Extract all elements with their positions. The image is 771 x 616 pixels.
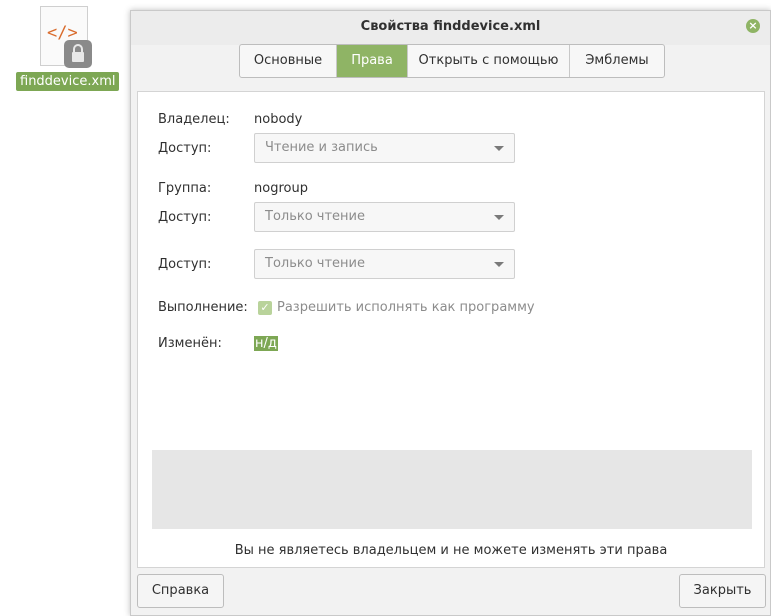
owner-access-label: Доступ: bbox=[158, 141, 212, 156]
info-area bbox=[152, 450, 752, 529]
close-button[interactable]: Закрыть bbox=[679, 574, 766, 608]
chevron-down-icon bbox=[494, 146, 504, 151]
other-access-label: Доступ: bbox=[158, 257, 212, 272]
other-access-value: Только чтение bbox=[265, 256, 366, 271]
help-button[interactable]: Справка bbox=[137, 574, 224, 608]
close-window-icon[interactable]: × bbox=[746, 19, 760, 33]
group-access-dropdown[interactable]: Только чтение bbox=[254, 202, 515, 232]
tab-emblems[interactable]: Эмблемы bbox=[570, 45, 664, 77]
other-access-dropdown[interactable]: Только чтение bbox=[254, 249, 515, 279]
lock-icon bbox=[64, 40, 92, 68]
execute-checkbox-row[interactable]: ✓ Разрешить исполнять как программу bbox=[258, 300, 535, 315]
owner-access-value: Чтение и запись bbox=[265, 140, 378, 155]
execute-label: Выполнение: bbox=[158, 300, 248, 315]
tab-permissions[interactable]: Права bbox=[337, 45, 408, 77]
tab-bar: Основные Права Открыть с помощью Эмблемы bbox=[239, 44, 665, 78]
ownership-notice: Вы не являетесь владельцем и не можете и… bbox=[234, 543, 668, 558]
owner-label: Владелец: bbox=[158, 112, 230, 127]
group-access-label: Доступ: bbox=[158, 210, 212, 225]
modified-label: Изменён: bbox=[158, 336, 222, 351]
chevron-down-icon bbox=[494, 262, 504, 267]
group-label: Группа: bbox=[158, 181, 212, 196]
desktop-file-item[interactable]: </> finddevice.xml bbox=[14, 4, 120, 96]
properties-dialog: Свойства finddevice.xml × Основные Права… bbox=[130, 10, 771, 616]
tab-open-with[interactable]: Открыть с помощью bbox=[408, 45, 570, 77]
titlebar: Свойства finddevice.xml × bbox=[131, 11, 770, 45]
permissions-panel: Владелец: nobody Доступ: Чтение и запись… bbox=[137, 91, 765, 568]
checkmark-icon[interactable]: ✓ bbox=[258, 300, 272, 315]
file-name-label: finddevice.xml bbox=[16, 72, 120, 91]
chevron-down-icon bbox=[494, 215, 504, 220]
modified-value: н/д bbox=[254, 336, 278, 351]
group-value: nogroup bbox=[254, 181, 308, 196]
execute-checkbox-label: Разрешить исполнять как программу bbox=[277, 300, 535, 315]
dialog-title: Свойства finddevice.xml bbox=[360, 19, 541, 34]
owner-value: nobody bbox=[254, 112, 303, 127]
tab-basic[interactable]: Основные bbox=[240, 45, 337, 77]
owner-access-dropdown[interactable]: Чтение и запись bbox=[254, 133, 515, 163]
group-access-value: Только чтение bbox=[265, 209, 366, 224]
